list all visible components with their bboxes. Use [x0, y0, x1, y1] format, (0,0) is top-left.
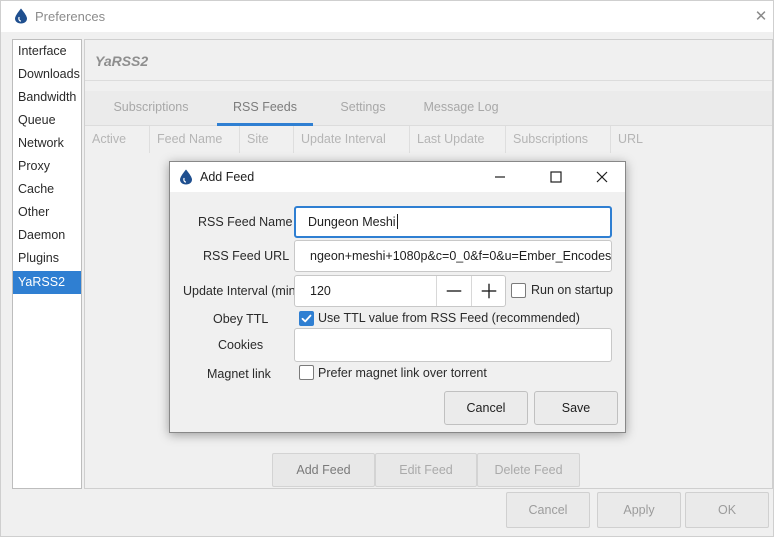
sidebar-item-interface[interactable]: Interface	[13, 40, 81, 63]
feed-url-label: RSS Feed URL	[203, 249, 290, 263]
feed-name-input[interactable]: Dungeon Meshi	[294, 206, 612, 238]
feed-name-value: Dungeon Meshi	[308, 215, 396, 229]
sidebar-item-daemon[interactable]: Daemon	[13, 224, 81, 247]
column-header-site[interactable]: Site	[240, 126, 294, 153]
sidebar-item-bandwidth[interactable]: Bandwidth	[13, 86, 81, 109]
tab-settings[interactable]: Settings	[313, 91, 413, 126]
preferences-sidebar: Interface Downloads Bandwidth Queue Netw…	[12, 39, 82, 489]
magnet-link-option-label: Prefer magnet link over torrent	[318, 366, 487, 380]
column-header-last-update[interactable]: Last Update	[410, 126, 506, 153]
dialog-titlebar: Add Feed	[170, 162, 625, 192]
add-feed-dialog: Add Feed RSS Feed Name Dungeon Meshi RSS…	[169, 161, 626, 433]
feed-url-input[interactable]: ngeon+meshi+1080p&c=0_0&f=0&u=Ember_Enco…	[294, 240, 612, 272]
sidebar-item-yarss2[interactable]: YaRSS2	[13, 271, 81, 294]
delete-feed-button[interactable]: Delete Feed	[477, 453, 580, 487]
cancel-button[interactable]: Cancel	[506, 492, 590, 528]
column-header-active[interactable]: Active	[85, 126, 150, 153]
minimize-icon[interactable]	[489, 166, 511, 188]
sidebar-item-other[interactable]: Other	[13, 201, 81, 224]
sidebar-item-cache[interactable]: Cache	[13, 178, 81, 201]
obey-ttl-option-label: Use TTL value from RSS Feed (recommended…	[318, 311, 580, 325]
add-feed-button[interactable]: Add Feed	[272, 453, 375, 487]
update-interval-spinbox[interactable]: 120	[294, 275, 506, 307]
dialog-save-button[interactable]: Save	[534, 391, 618, 425]
sidebar-item-proxy[interactable]: Proxy	[13, 155, 81, 178]
checkmark-icon	[301, 314, 312, 323]
sidebar-item-downloads[interactable]: Downloads	[13, 63, 81, 86]
window-titlebar: Preferences ✕	[1, 1, 773, 32]
magnet-link-checkbox[interactable]	[299, 365, 314, 380]
dialog-title: Add Feed	[200, 170, 255, 184]
column-header-update-interval[interactable]: Update Interval	[294, 126, 410, 153]
header-divider	[85, 80, 772, 81]
sidebar-item-queue[interactable]: Queue	[13, 109, 81, 132]
deluge-drop-icon	[180, 169, 192, 185]
plugin-tabbar: Subscriptions RSS Feeds Settings Message…	[85, 91, 772, 126]
cookies-label: Cookies	[218, 338, 264, 352]
edit-feed-button[interactable]: Edit Feed	[375, 453, 477, 487]
sidebar-item-plugins[interactable]: Plugins	[13, 247, 81, 270]
update-interval-label: Update Interval (min)	[183, 284, 300, 298]
text-caret	[396, 214, 398, 229]
run-on-startup-label: Run on startup	[531, 283, 613, 297]
tab-message-log[interactable]: Message Log	[413, 91, 509, 126]
plugin-title: YaRSS2	[95, 53, 149, 69]
column-header-subscriptions[interactable]: Subscriptions	[506, 126, 611, 153]
tab-subscriptions[interactable]: Subscriptions	[85, 91, 217, 126]
update-interval-value: 120	[310, 284, 331, 298]
tab-rss-feeds[interactable]: RSS Feeds	[217, 91, 313, 126]
apply-button[interactable]: Apply	[597, 492, 681, 528]
close-icon[interactable]	[591, 166, 613, 188]
feed-url-value: ngeon+meshi+1080p&c=0_0&f=0&u=Ember_Enco…	[310, 249, 612, 263]
minus-icon[interactable]	[436, 276, 471, 306]
dialog-cancel-button[interactable]: Cancel	[444, 391, 528, 425]
obey-ttl-checkbox[interactable]	[299, 311, 314, 326]
plus-icon[interactable]	[471, 276, 506, 306]
close-icon[interactable]: ✕	[753, 9, 769, 25]
sidebar-item-network[interactable]: Network	[13, 132, 81, 155]
cookies-input[interactable]	[294, 328, 612, 362]
column-header-feed-name[interactable]: Feed Name	[150, 126, 240, 153]
maximize-icon[interactable]	[545, 166, 567, 188]
run-on-startup-checkbox[interactable]	[511, 283, 526, 298]
feed-name-label: RSS Feed Name	[198, 215, 293, 229]
obey-ttl-label: Obey TTL	[213, 312, 269, 326]
ok-button[interactable]: OK	[685, 492, 769, 528]
deluge-drop-icon	[15, 8, 27, 24]
magnet-link-label: Magnet link	[207, 367, 271, 381]
window-title: Preferences	[35, 9, 106, 24]
column-header-url[interactable]: URL	[611, 126, 671, 153]
